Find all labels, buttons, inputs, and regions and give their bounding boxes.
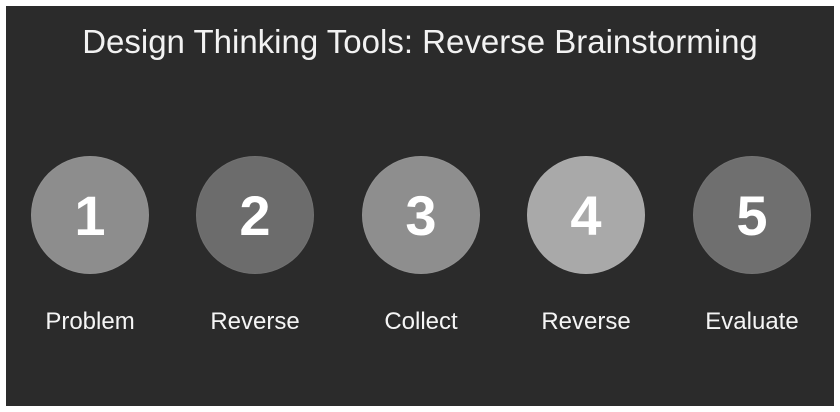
steps-row: 1 Problem 2 Reverse 3 Collect 4 Reverse … (6, 6, 834, 406)
step-5: 5 Evaluate (677, 156, 827, 336)
step-5-circle: 5 (693, 156, 811, 274)
step-1-circle: 1 (31, 156, 149, 274)
step-3-number: 3 (405, 183, 437, 247)
step-2-number: 2 (239, 183, 271, 247)
step-2: 2 Reverse (180, 156, 330, 336)
step-4-label: Reverse (541, 308, 631, 335)
step-5-label: Evaluate (705, 308, 799, 335)
step-4: 4 Reverse (511, 156, 661, 336)
step-5-number: 5 (736, 183, 768, 247)
step-2-circle: 2 (196, 156, 314, 274)
step-4-number: 4 (570, 183, 602, 247)
step-1-number: 1 (74, 183, 106, 247)
step-3-label: Collect (384, 308, 458, 335)
step-3: 3 Collect (346, 156, 496, 336)
slide-panel: Design Thinking Tools: Reverse Brainstor… (6, 6, 834, 406)
step-4-circle: 4 (527, 156, 645, 274)
step-2-label: Reverse (210, 308, 300, 335)
step-1: 1 Problem (15, 156, 165, 336)
step-3-circle: 3 (362, 156, 480, 274)
step-1-label: Problem (45, 308, 135, 335)
